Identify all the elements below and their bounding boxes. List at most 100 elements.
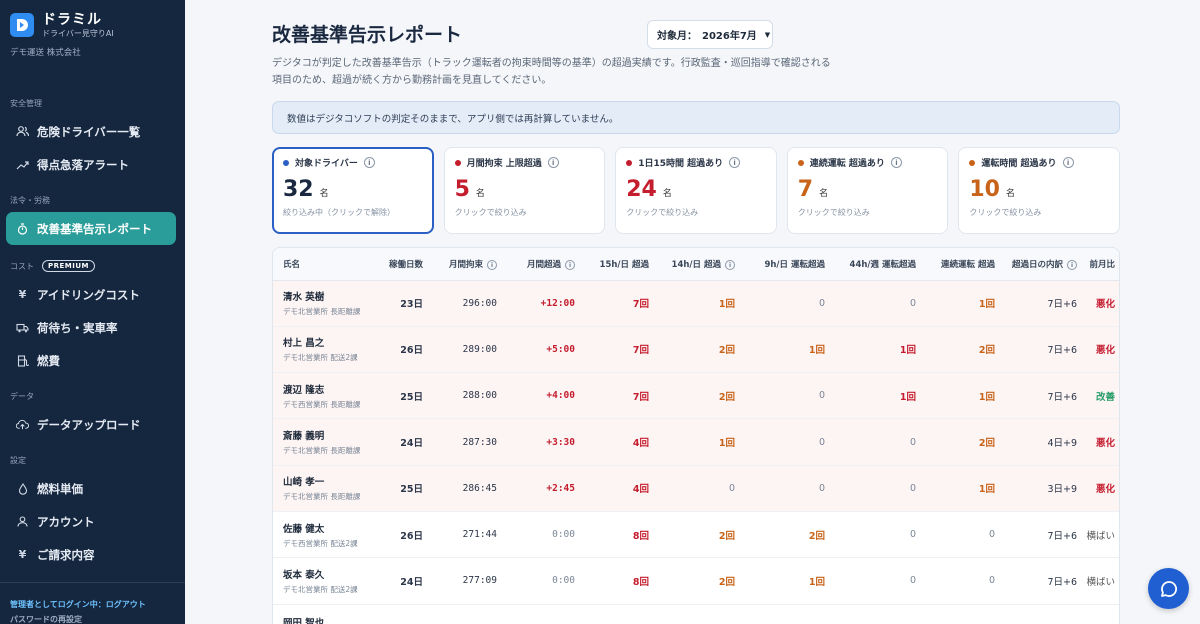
col-days[interactable]: 稼働日数 [375,248,429,281]
cell-44h: 0 [831,280,922,327]
brand[interactable]: ドラミル ドライバー見守りAI [0,0,185,40]
col-44h-week-over[interactable]: 44h/週 運転超過 [831,248,922,281]
driver-name: 村上 昌之 [283,338,325,350]
section-label-cost: コスト PREMIUM [0,259,96,273]
cell-days: 23日 [375,280,429,327]
col-trend[interactable]: 前月比 [1083,248,1119,281]
driver-dept: デモ北営業所 配送2課 [283,353,358,363]
drop-icon [16,482,29,495]
cell-days: 25日 [375,372,429,420]
card-unit: 名 [662,189,672,199]
table-row[interactable]: 渡辺 隆志 デモ西営業所 長距離課 25日 288:00 +4:00 7回 2回 … [273,372,1119,420]
card-continuous-driving-over[interactable]: 連続運転 超過あり i 7名 クリックで絞り込み [786,147,949,234]
status-dot [283,159,289,166]
sidebar-item-waiting-rate[interactable]: 荷待ち・実車率 [6,311,176,344]
table-row[interactable]: 清水 英樹 デモ北営業所 長距離課 23日 296:00 +12:00 7回 1回… [273,280,1119,327]
driver-name: 山崎 孝一 [283,477,325,489]
premium-badge: PREMIUM [42,260,96,272]
main-content: 改善基準告示レポート 対象月： 2026年7月 ▼ デジタコが判定した改善基準告… [185,0,1200,624]
cell-14h: 1回 [655,418,741,466]
sidebar-footer: 管理者としてログイン中：ログアウト パスワードの再設定 [0,582,185,624]
sidebar-item-billing[interactable]: ¥ ご請求内容 [6,538,176,571]
chat-button[interactable] [1148,568,1189,609]
sidebar-item-dangerous-drivers[interactable]: 危険ドライバー一覧 [6,115,176,148]
table-row[interactable]: 岡田 智也 [273,604,1119,624]
info-icon[interactable]: i [729,157,741,168]
cell-14h: 2回 [655,372,741,420]
sidebar-item-compliance-report[interactable]: 改善基準告示レポート [6,212,176,245]
sidebar-item-label: 荷待ち・実車率 [37,320,118,335]
password-reset-link[interactable]: パスワードの再設定 [10,612,175,624]
cell-15h: 4回 [581,465,655,512]
col-name[interactable]: 氏名 [273,248,375,281]
users-icon [16,126,29,137]
cell-days: 25日 [375,465,429,512]
card-hint: クリックで絞り込み [626,208,699,217]
table-row[interactable]: 山崎 孝一 デモ北営業所 長距離課 25日 286:45 +2:45 4回 0 0… [273,465,1119,512]
col-monthly-hours[interactable]: 月間拘束 i [429,248,503,281]
page-description: デジタコが判定した改善基準告示（トラック運転者の拘束時間等の基準）の超過実績です… [272,58,831,86]
table-row[interactable]: 斎藤 義明 デモ北営業所 長距離課 24日 287:30 +3:30 4回 1回 … [273,418,1119,466]
card-label: 月間拘束 上限超過 [466,159,542,169]
info-icon[interactable]: i [547,157,559,168]
col-9h-driving-over[interactable]: 9h/日 運転超過 [741,248,831,281]
cell-hours: 287:30 [429,418,503,466]
sidebar-item-account[interactable]: アカウント [6,505,176,538]
info-icon[interactable]: i [363,157,375,168]
col-continuous-over[interactable]: 連続運転 超過 [922,248,1001,281]
card-15h-over[interactable]: 1日15時間 超過あり i 24 名 クリックで絞り込み [615,147,777,234]
cell-15h: 7回 [581,280,655,327]
timer-icon [16,222,29,235]
cell-trend: 横ばい [1083,557,1119,605]
logout-link[interactable]: 管理者としてログイン中：ログアウト [10,597,175,612]
month-select[interactable]: 対象月： 2026年7月 ▼ [647,20,773,49]
col-breakdown[interactable]: 超過日の内訳 i [1001,248,1083,281]
table-row[interactable]: 村上 昌之 デモ北営業所 配送2課 26日 289:00 +5:00 7回 2回 … [273,326,1119,374]
info-icon[interactable]: i [725,260,735,270]
cell-hours: 288:00 [429,372,503,420]
month-label: 対象月： [657,31,697,42]
info-icon[interactable]: i [1067,260,1077,270]
card-hint: クリックで絞り込み [969,208,1042,217]
cell-15h: 8回 [581,511,655,559]
cell-15h: 7回 [581,372,655,420]
sidebar-item-idling-cost[interactable]: ¥ アイドリングコスト [6,278,176,311]
driver-dept: デモ北営業所 長距離課 [283,492,361,502]
card-monthly-limit-over[interactable]: 月間拘束 上限超過 i 5名 クリックで絞り込み [443,147,606,234]
cell-hours: 277:09 [429,557,503,605]
cell-continuous: 0 [922,511,1001,559]
month-value: 2026年7月 [702,31,757,42]
sidebar: ドラミル ドライバー見守りAI デモ運送 株式会社 安全管理 危険ドライバー一覧… [0,0,185,624]
info-icon[interactable]: i [487,260,497,270]
status-dot [454,159,461,166]
col-14h-over[interactable]: 14h/日 超過 i [655,248,741,281]
cell-9h: 1回 [741,557,831,605]
sidebar-item-data-upload[interactable]: データアップロード [6,408,176,441]
cell-continuous: 1回 [922,465,1001,512]
col-label: 月間拘束 [448,259,483,270]
cell-breakdown: 7日+6 [1001,326,1083,374]
sidebar-item-score-drop-alert[interactable]: 得点急落アラート [6,148,176,181]
sidebar-item-label: ご請求内容 [37,547,95,562]
card-value: 5 [454,177,470,202]
card-target-drivers[interactable]: 対象ドライバー i 32 名 絞り込み中（クリックで解除） [272,147,434,234]
section-label: 安全管理 [10,98,42,108]
table-row[interactable]: 坂本 泰久 デモ北営業所 配送2課 24日 277:09 0:00 8回 2回 1… [273,557,1119,605]
sidebar-item-fuel-efficiency[interactable]: 燃費 [6,344,176,377]
truck-icon [16,323,29,333]
col-15h-over[interactable]: 15h/日 超過 [581,248,655,281]
info-icon[interactable]: i [890,157,902,168]
cell-days: 24日 [375,557,429,605]
col-label: 超過日の内訳 [1011,259,1063,270]
sidebar-item-fuel-price[interactable]: 燃料単価 [6,472,176,505]
table-row[interactable]: 佐藤 健太 デモ西営業所 配送2課 26日 271:44 0:00 8回 2回 2… [273,511,1119,559]
cell-15h: 8回 [581,557,655,605]
info-icon[interactable]: i [565,260,575,270]
cell-breakdown: 7日+6 [1001,372,1083,420]
fuel-icon [16,354,29,367]
info-icon[interactable]: i [1062,157,1074,168]
col-monthly-over[interactable]: 月間超過 i [503,248,581,281]
card-driving-time-over[interactable]: 運転時間 超過あり i 10 名 クリックで絞り込み [958,147,1120,234]
cell-over: 0:00 [503,557,581,605]
app-name: ドラミル [42,11,102,28]
